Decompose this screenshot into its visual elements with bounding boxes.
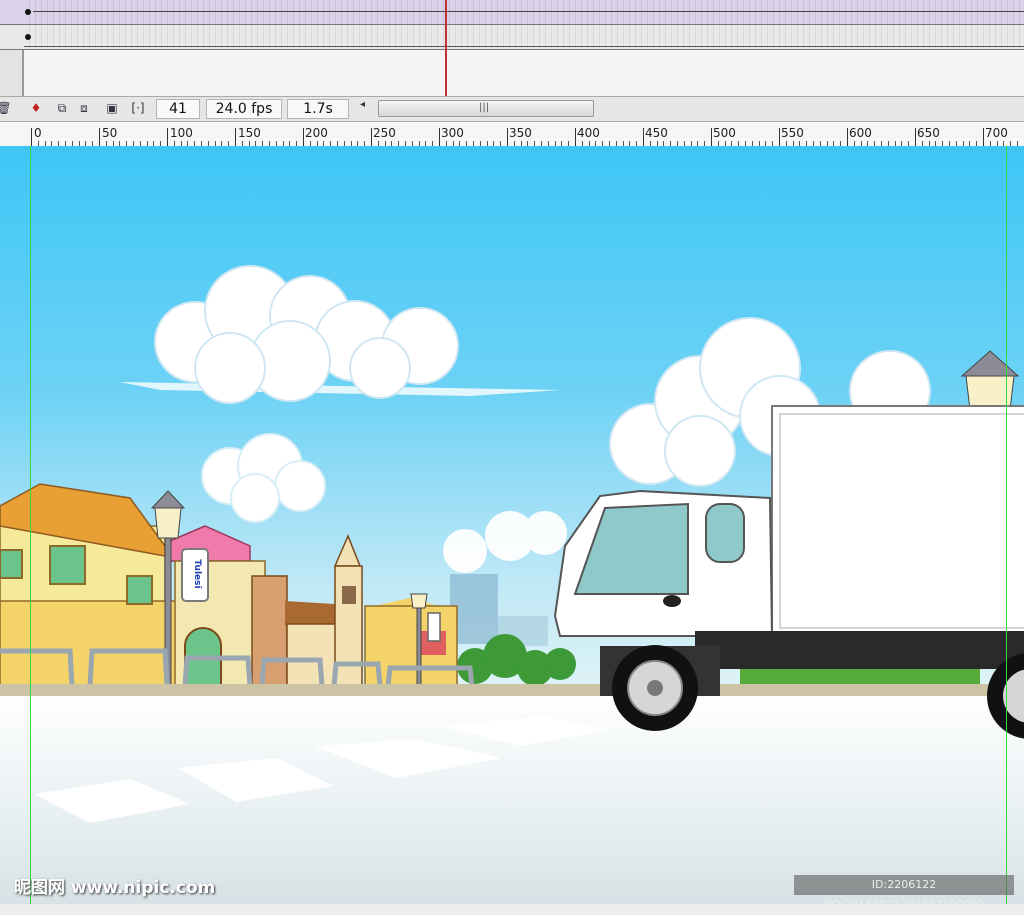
truck-door-handle (663, 595, 681, 607)
ruler-tick (915, 128, 916, 146)
ruler-tick (99, 128, 100, 146)
timeline-layer-row-1[interactable] (0, 0, 1024, 25)
ruler-tick (235, 128, 236, 146)
ruler-label: 450 (645, 126, 668, 140)
elapsed-time-field[interactable]: 1.7s (287, 99, 349, 119)
onion-skin-icon[interactable]: ⧉ (54, 100, 70, 116)
small-shop-sign (427, 612, 441, 642)
trash-icon[interactable]: 🗑 (0, 100, 12, 116)
watermark-image-id: ID:2206122 NO:20180021204492100000 (794, 875, 1014, 911)
ruler-label: 500 (713, 126, 736, 140)
ruler-tick (575, 128, 576, 146)
horizontal-ruler: 0 50 100 150 200 250 300 350 400 450 500… (0, 122, 1024, 147)
stage-canvas[interactable]: Tulesi (0, 146, 1024, 904)
shop-sign-text: Tulesi (192, 559, 202, 588)
ruler-label: 200 (305, 126, 328, 140)
cloud-small-middle (201, 433, 326, 523)
ruler-label: 100 (170, 126, 193, 140)
ruler-label: 650 (917, 126, 940, 140)
scroll-left-arrow-icon[interactable]: ◂ (360, 99, 365, 110)
guide-line-right[interactable] (1006, 146, 1007, 904)
ruler-label: 250 (373, 126, 396, 140)
scene-artwork: Tulesi (0, 265, 1024, 823)
ruler-tick (371, 128, 372, 146)
ruler-tick (167, 128, 168, 146)
ruler-label: 50 (102, 126, 118, 140)
modify-onion-markers-icon[interactable]: [·] (130, 100, 146, 116)
playhead-marker[interactable] (445, 0, 447, 96)
edit-multiple-frames-icon[interactable]: ▣ (104, 100, 120, 116)
guide-line-left[interactable] (30, 146, 31, 904)
center-frame-icon[interactable]: ♦ (28, 100, 44, 116)
ruler-label: 400 (577, 126, 600, 140)
row-divider (24, 46, 1024, 47)
onion-skin-outlines-icon[interactable]: ⧈ (76, 100, 92, 116)
truck-front-wheel (612, 645, 698, 731)
truck-side-window (705, 503, 745, 563)
ruler-label: 350 (509, 126, 532, 140)
timeline-scrollbar[interactable]: ||| (378, 100, 594, 117)
ruler-label: 700 (985, 126, 1008, 140)
cloud-large-left (120, 265, 560, 404)
street-lamp-right (960, 350, 1020, 411)
scroll-grip-icon: ||| (479, 102, 490, 113)
ruler-tick (847, 128, 848, 146)
ruler-tick (31, 128, 32, 146)
ruler-tick (439, 128, 440, 146)
ruler-label: 0 (34, 126, 42, 140)
timeline-panel (0, 0, 1024, 96)
truck-cargo-box (771, 405, 1024, 637)
ruler-label: 300 (441, 126, 464, 140)
crosswalk-stripes (34, 716, 610, 823)
keyframe-icon[interactable] (25, 34, 31, 40)
shop-sign: Tulesi (181, 548, 209, 602)
ruler-tick (983, 128, 984, 146)
truck-chassis (695, 631, 1024, 669)
timeline-toolbar: 🗑 ♦ ⧉ ⧈ ▣ [·] 41 24.0 fps 1.7s ◂ ||| (0, 96, 1024, 122)
ruler-label: 600 (849, 126, 872, 140)
ruler-tick (507, 128, 508, 146)
curb (0, 684, 1024, 696)
tween-span (33, 11, 1024, 12)
ruler-label: 550 (781, 126, 804, 140)
keyframe-icon[interactable] (25, 9, 31, 15)
ruler-tick (779, 128, 780, 146)
ruler-label: 150 (238, 126, 261, 140)
cloud-low (443, 511, 567, 573)
current-frame-field[interactable]: 41 (156, 99, 200, 119)
ruler-tick (643, 128, 644, 146)
watermark-site-label: 昵图网 www.nipic.com (14, 878, 216, 898)
frame-rate-field[interactable]: 24.0 fps (206, 99, 282, 119)
ruler-tick (711, 128, 712, 146)
frame-cells[interactable] (24, 0, 1024, 24)
ruler-tick (303, 128, 304, 146)
